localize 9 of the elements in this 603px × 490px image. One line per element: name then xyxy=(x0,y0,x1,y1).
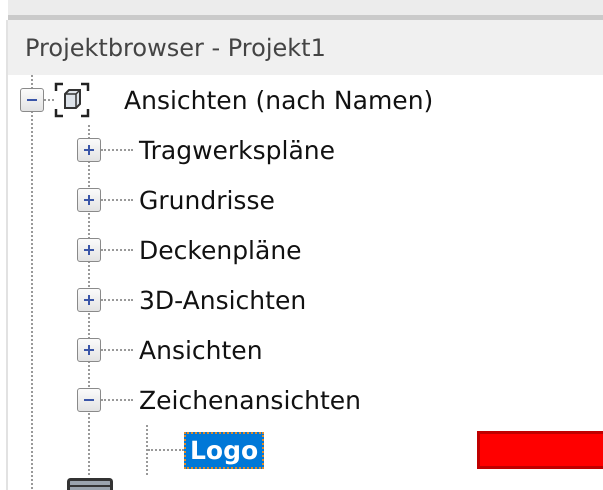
tree-item[interactable]: Deckenpläne xyxy=(133,232,308,268)
tree-item[interactable]: 3D-Ansichten xyxy=(133,282,312,318)
tree-item[interactable]: Ansichten (nach Namen) xyxy=(118,82,440,118)
tree-item[interactable]: Tragwerkspläne xyxy=(133,132,342,168)
tree-item[interactable]: Zeichenansichten xyxy=(133,382,368,418)
panel-title: Projektbrowser - Projekt1 xyxy=(25,34,326,62)
tree-item[interactable]: Grundrisse xyxy=(133,182,281,218)
tree-item[interactable]: Ansichten xyxy=(133,332,269,368)
tree-item[interactable]: Logo xyxy=(184,432,264,468)
